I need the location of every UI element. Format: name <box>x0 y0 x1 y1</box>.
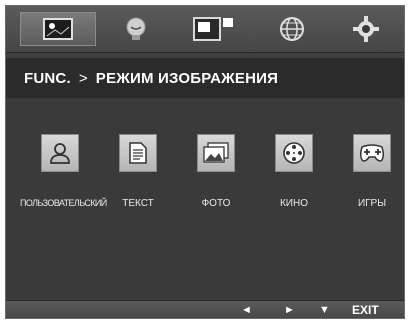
tab-bar <box>6 6 404 53</box>
mode-label-user: ПОЛЬЗОВАТЕЛЬСКИЙ <box>20 198 107 208</box>
gear-icon <box>353 16 379 42</box>
document-icon <box>129 142 147 164</box>
nav-down-button[interactable]: ▼ <box>319 303 330 317</box>
nav-bar: ◄ ► ▼ EXIT <box>6 300 404 318</box>
windows-icon <box>193 17 233 41</box>
tab-settings[interactable] <box>328 12 404 46</box>
globe-icon <box>280 17 304 41</box>
tab-globe[interactable] <box>254 12 330 46</box>
menu-title: FUNC. > РЕЖИМ ИЗОБРАЖЕНИЯ <box>6 58 404 98</box>
user-icon <box>50 143 70 164</box>
title-section: FUNC. <box>24 69 71 87</box>
mode-list: ПОЛЬЗОВАТЕЛЬСКИЙ ТЕКСТ ФОТО КИНО ИГРЫ <box>6 98 404 300</box>
mode-button-cinema[interactable] <box>275 134 313 172</box>
mode-item-text[interactable]: ТЕКСТ <box>98 134 178 209</box>
mode-label-text: ТЕКСТ <box>122 198 154 209</box>
mode-label-game: ИГРЫ <box>357 198 387 209</box>
nav-right-button[interactable]: ► <box>284 303 295 317</box>
mode-button-user[interactable] <box>41 134 79 172</box>
title-page: РЕЖИМ ИЗОБРАЖЕНИЯ <box>95 69 279 87</box>
mode-button-text[interactable] <box>119 134 157 172</box>
film-reel-icon <box>283 142 305 164</box>
mode-button-game[interactable] <box>353 134 391 172</box>
mode-item-user[interactable]: ПОЛЬЗОВАТЕЛЬСКИЙ <box>20 134 107 208</box>
nav-left-button[interactable]: ◄ <box>241 303 252 317</box>
mode-button-photo[interactable] <box>197 134 235 172</box>
osd-menu: FUNC. > РЕЖИМ ИЗОБРАЖЕНИЯ ПОЛЬЗОВАТЕЛЬСК… <box>5 5 405 319</box>
picture-icon <box>43 18 73 40</box>
tab-lightbulb[interactable] <box>98 12 174 46</box>
title-separator: > <box>78 69 88 87</box>
exit-button[interactable]: EXIT <box>352 303 379 317</box>
tab-picture[interactable] <box>20 12 96 46</box>
tab-windows[interactable] <box>176 12 252 46</box>
mode-item-game[interactable]: ИГРЫ <box>332 134 404 209</box>
mode-label-photo: ФОТО <box>201 198 231 209</box>
gamepad-icon <box>359 144 385 162</box>
lightbulb-icon <box>126 17 146 40</box>
mode-item-photo[interactable]: ФОТО <box>176 134 256 209</box>
mode-label-cinema: КИНО <box>279 198 308 209</box>
mode-item-cinema[interactable]: КИНО <box>254 134 334 209</box>
photo-icon <box>203 142 229 163</box>
